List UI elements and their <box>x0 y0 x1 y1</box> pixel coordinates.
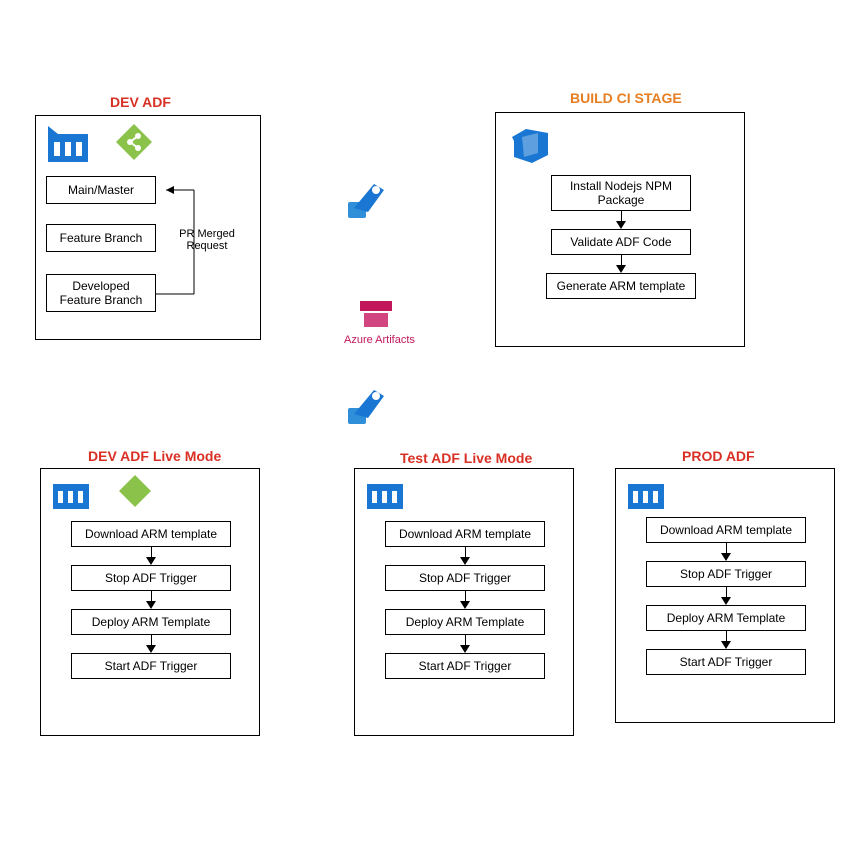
azure-artifacts-label: Azure Artifacts <box>344 334 415 346</box>
adf-factory-icon <box>628 477 664 514</box>
adf-factory-icon <box>367 477 403 514</box>
dev-live-panel: Download ARM template Stop ADF Trigger D… <box>40 468 260 736</box>
stop-trigger-box: Stop ADF Trigger <box>646 561 806 587</box>
download-arm-box: Download ARM template <box>646 517 806 543</box>
test-live-panel: Download ARM template Stop ADF Trigger D… <box>354 468 574 736</box>
stop-trigger-box: Stop ADF Trigger <box>385 565 545 591</box>
dev-live-title: DEV ADF Live Mode <box>88 448 221 464</box>
deploy-arm-box: Deploy ARM Template <box>646 605 806 631</box>
stop-trigger-box: Stop ADF Trigger <box>71 565 231 591</box>
azure-pipeline-icon <box>344 172 394 227</box>
generate-arm-box: Generate ARM template <box>546 273 696 299</box>
dev-adf-panel: Main/Master Feature Branch Developed Fea… <box>35 115 261 340</box>
validate-adf-box: Validate ADF Code <box>551 229 691 255</box>
download-arm-box: Download ARM template <box>385 521 545 547</box>
test-live-title: Test ADF Live Mode <box>400 450 532 466</box>
install-npm-box: Install Nodejs NPM Package <box>551 175 691 211</box>
git-icon <box>114 122 154 167</box>
start-trigger-box: Start ADF Trigger <box>385 653 545 679</box>
dev-adf-title: DEV ADF <box>110 94 171 110</box>
pr-merge-label: PR Merged Request <box>164 228 250 252</box>
adf-factory-icon <box>53 477 89 514</box>
start-trigger-box: Start ADF Trigger <box>71 653 231 679</box>
git-icon <box>117 473 153 514</box>
start-trigger-box: Start ADF Trigger <box>646 649 806 675</box>
azure-pipeline-icon-2 <box>344 378 394 433</box>
build-ci-title: BUILD CI STAGE <box>570 90 682 106</box>
prod-adf-title: PROD ADF <box>682 448 755 464</box>
build-ci-panel: Install Nodejs NPM Package Validate ADF … <box>495 112 745 347</box>
main-master-box: Main/Master <box>46 176 156 204</box>
dev-feature-branch-box: Developed Feature Branch <box>46 274 156 312</box>
prod-adf-panel: Download ARM template Stop ADF Trigger D… <box>615 468 835 723</box>
adf-factory-icon <box>48 126 88 167</box>
feature-branch-box: Feature Branch <box>46 224 156 252</box>
deploy-arm-box: Deploy ARM Template <box>385 609 545 635</box>
download-arm-box: Download ARM template <box>71 521 231 547</box>
azure-artifacts-icon <box>358 295 394 336</box>
azure-devops-icon <box>508 123 552 172</box>
deploy-arm-box: Deploy ARM Template <box>71 609 231 635</box>
